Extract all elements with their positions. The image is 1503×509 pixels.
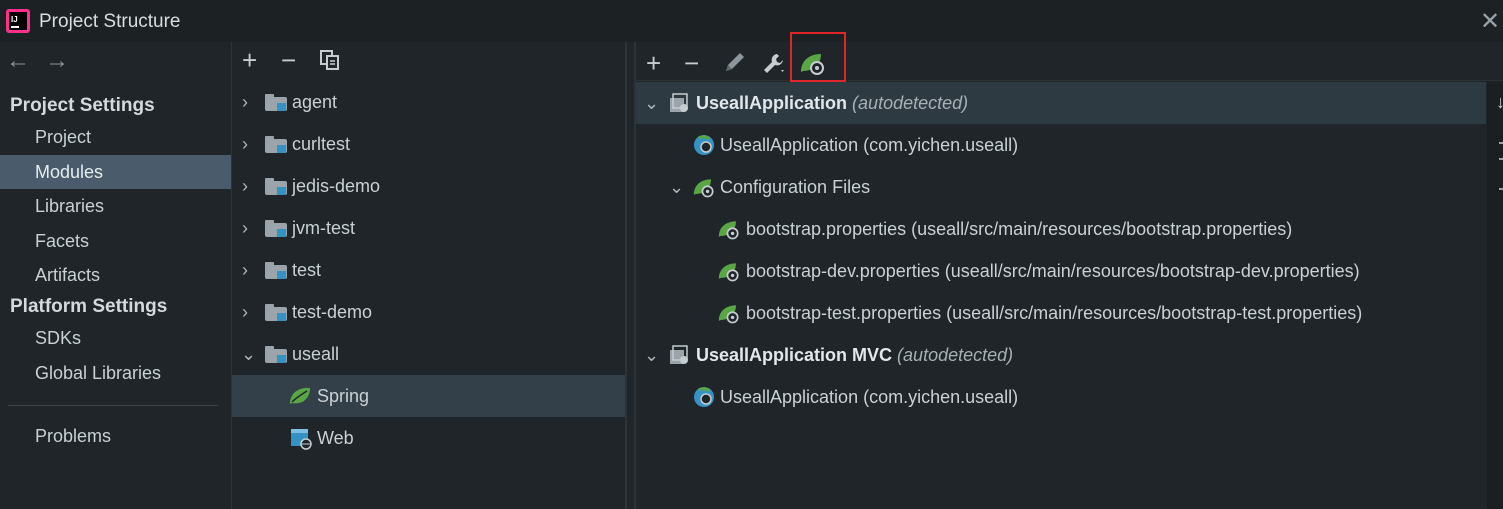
- row-label: UseallApplication (com.yichen.useall): [720, 135, 1019, 155]
- side-toolbar: [1487, 82, 1503, 509]
- nav-item-libraries[interactable]: Libraries: [0, 189, 231, 223]
- row-label: Configuration Files: [720, 177, 871, 197]
- spring-boot-class-icon: [694, 135, 714, 155]
- facet-label: Web: [317, 428, 354, 448]
- chevron-right-icon[interactable]: ›: [242, 249, 248, 291]
- highlight-box: [790, 32, 846, 82]
- module-label: curltest: [292, 134, 351, 154]
- chevron-down-icon[interactable]: ⌄: [644, 82, 659, 124]
- arrow-left-icon[interactable]: ←: [6, 47, 30, 75]
- tree-row-application-class[interactable]: UseallApplication (com.yichen.useall): [636, 376, 1486, 418]
- module-folder-icon: [265, 94, 287, 111]
- arrow-down-icon[interactable]: ↓: [1496, 92, 1503, 113]
- window-title: Project Structure: [39, 11, 181, 32]
- tree-row-curltest[interactable]: › curltest: [232, 123, 625, 165]
- row-label: bootstrap.properties (useall/src/main/re…: [746, 219, 1293, 239]
- module-folder-icon: [265, 304, 287, 321]
- add-icon[interactable]: +: [646, 50, 661, 76]
- row-label: UseallApplication (com.yichen.useall): [720, 387, 1019, 407]
- tree-row-agent[interactable]: › agent: [232, 81, 625, 123]
- tree-row-spring[interactable]: Spring: [232, 375, 625, 417]
- add-icon[interactable]: +: [242, 47, 257, 73]
- application-context-icon: [670, 345, 688, 364]
- row-label: bootstrap-test.properties (useall/src/ma…: [746, 303, 1363, 323]
- spring-config-icon: [718, 305, 739, 324]
- nav-item-artifacts[interactable]: Artifacts: [0, 258, 231, 292]
- spring-config-icon: [718, 221, 739, 240]
- panel-divider: [625, 42, 627, 509]
- chevron-down-icon[interactable]: ⌄: [241, 333, 256, 375]
- wrench-icon[interactable]: [762, 52, 788, 76]
- nav-item-facets[interactable]: Facets: [0, 224, 231, 258]
- nav-item-project[interactable]: Project: [0, 120, 231, 154]
- module-label: jvm-test: [292, 218, 355, 238]
- module-folder-icon: [265, 136, 287, 153]
- nav-divider: [8, 405, 218, 406]
- context-name: UseallApplication: [696, 93, 848, 113]
- spring-leaf-icon: [290, 387, 310, 404]
- tree-row-useallapplication[interactable]: ⌄ UseallApplication (autodetected): [636, 82, 1486, 124]
- remove-icon[interactable]: −: [684, 50, 699, 76]
- chevron-right-icon[interactable]: ›: [242, 123, 248, 165]
- spring-boot-class-icon: [694, 387, 714, 407]
- arrow-right-icon[interactable]: →: [45, 47, 69, 75]
- module-folder-icon: [265, 220, 287, 237]
- chevron-down-icon[interactable]: ⌄: [644, 334, 659, 376]
- chevron-right-icon[interactable]: ›: [242, 291, 248, 333]
- row-label: bootstrap-dev.properties (useall/src/mai…: [746, 261, 1360, 281]
- copy-icon[interactable]: [320, 50, 340, 70]
- intellij-logo-icon: IJ: [6, 9, 30, 33]
- module-label: jedis-demo: [292, 176, 381, 196]
- tree-row-test[interactable]: › test: [232, 249, 625, 291]
- close-icon[interactable]: ✕: [1480, 7, 1500, 36]
- module-label: test: [292, 260, 322, 280]
- expand-all-icon[interactable]: [1499, 142, 1503, 144]
- web-icon: [291, 429, 312, 450]
- facet-label: Spring: [317, 386, 370, 406]
- module-folder-icon: [265, 346, 287, 363]
- application-context-icon: [670, 93, 688, 112]
- title-bar: [0, 0, 1503, 42]
- tree-row-useallapplication-mvc[interactable]: ⌄ UseallApplication MVC (autodetected): [636, 334, 1486, 376]
- module-label: test-demo: [292, 302, 373, 322]
- project-settings-header: Project Settings: [10, 95, 155, 116]
- toolbar-divider: [636, 80, 1503, 81]
- platform-settings-header: Platform Settings: [10, 296, 168, 317]
- nav-item-sdks[interactable]: SDKs: [0, 321, 231, 355]
- chevron-right-icon[interactable]: ›: [242, 165, 248, 207]
- svg-text:IJ: IJ: [11, 15, 18, 24]
- nav-item-global-libraries[interactable]: Global Libraries: [0, 356, 231, 390]
- tree-row-config-file[interactable]: bootstrap.properties (useall/src/main/re…: [636, 208, 1486, 250]
- options-icon[interactable]: [1499, 188, 1503, 190]
- chevron-right-icon[interactable]: ›: [242, 207, 248, 249]
- tree-row-config-file[interactable]: bootstrap-test.properties (useall/src/ma…: [636, 292, 1486, 334]
- nav-item-problems[interactable]: Problems: [0, 419, 231, 453]
- autodetected-tag: (autodetected): [897, 345, 1014, 365]
- collapse-all-icon[interactable]: [1499, 158, 1503, 160]
- edit-icon[interactable]: [723, 52, 747, 74]
- autodetected-tag: (autodetected): [852, 93, 969, 113]
- tree-row-configuration-files[interactable]: ⌄ Configuration Files: [636, 166, 1486, 208]
- nav-item-modules[interactable]: Modules: [0, 155, 231, 189]
- tree-row-config-file[interactable]: bootstrap-dev.properties (useall/src/mai…: [636, 250, 1486, 292]
- chevron-right-icon[interactable]: ›: [242, 81, 248, 123]
- chevron-down-icon[interactable]: ⌄: [669, 166, 684, 208]
- module-folder-icon: [265, 178, 287, 195]
- module-label: agent: [292, 92, 338, 112]
- module-label: useall: [292, 344, 340, 364]
- spring-config-icon: [718, 263, 739, 282]
- tree-row-jedis-demo[interactable]: › jedis-demo: [232, 165, 625, 207]
- context-name: UseallApplication MVC: [696, 345, 893, 365]
- module-folder-icon: [265, 262, 287, 279]
- remove-icon[interactable]: −: [281, 47, 296, 73]
- tree-row-application-class[interactable]: UseallApplication (com.yichen.useall): [636, 124, 1486, 166]
- tree-row-useall[interactable]: ⌄ useall: [232, 333, 625, 375]
- tree-row-jvm-test[interactable]: › jvm-test: [232, 207, 625, 249]
- spring-config-icon: [693, 179, 714, 198]
- tree-row-web[interactable]: Web: [232, 417, 625, 459]
- tree-row-test-demo[interactable]: › test-demo: [232, 291, 625, 333]
